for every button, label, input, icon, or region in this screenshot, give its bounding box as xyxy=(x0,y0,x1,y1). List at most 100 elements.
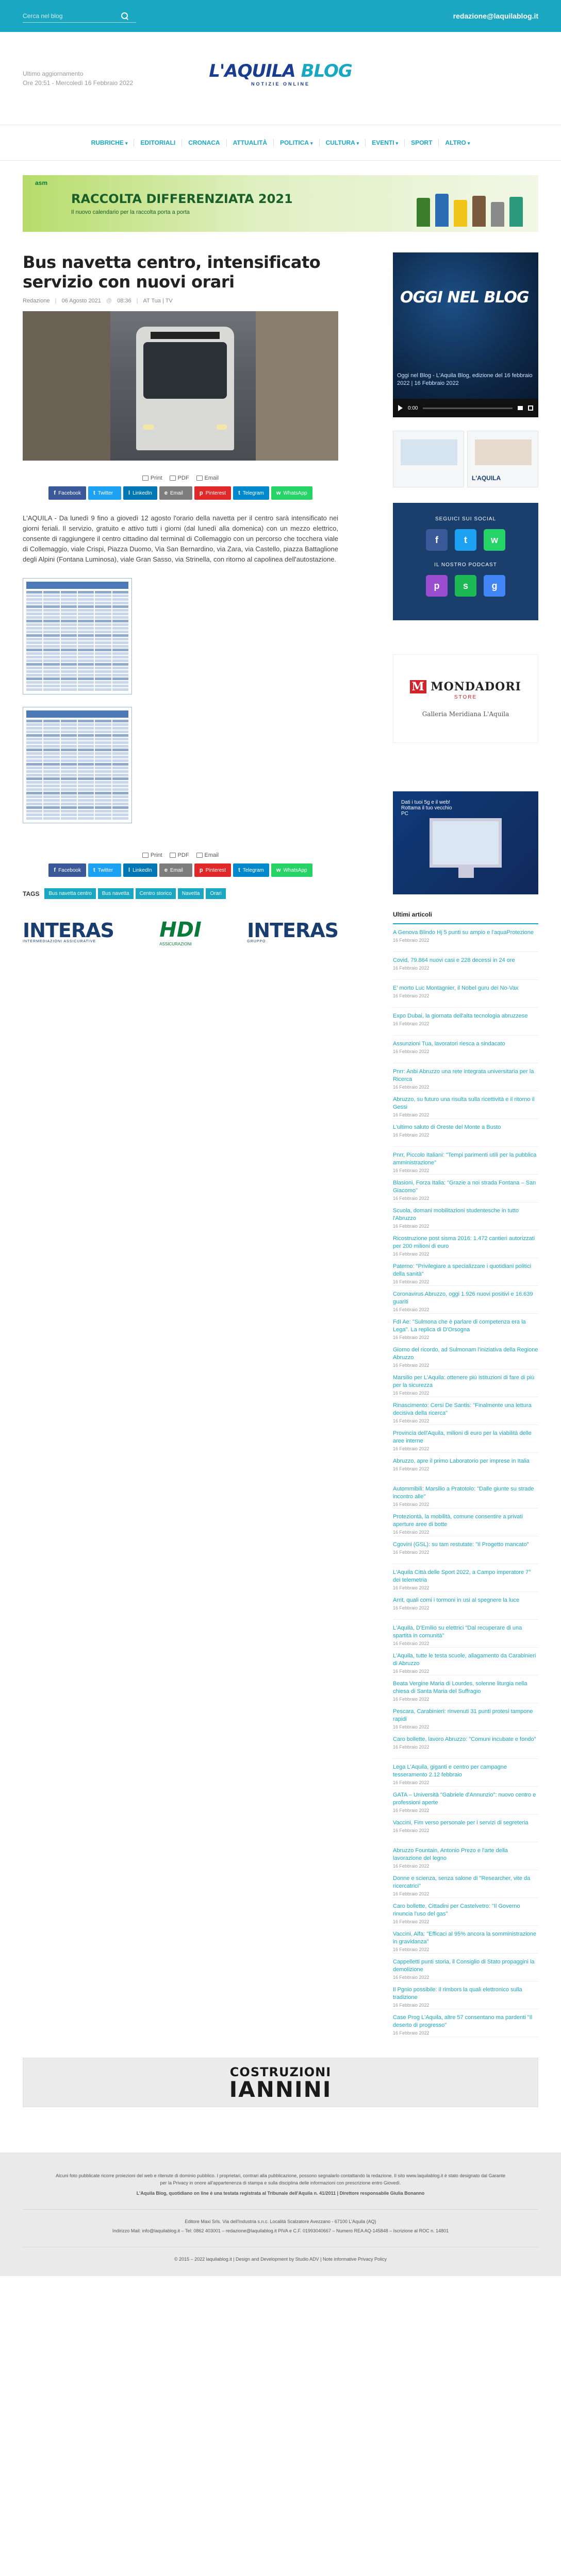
latest-article-link[interactable]: Pescara, Carabinieri: rinvenuti 31 punti… xyxy=(393,1708,538,1723)
latest-article-link[interactable]: Abruzzo Fountain, Antonio Prezo e l'arte… xyxy=(393,1847,538,1862)
share-pinterest-button[interactable]: p Pinterest xyxy=(194,486,232,500)
latest-article-link[interactable]: Cgovini (GSL): su tam restutate: "Il Pro… xyxy=(393,1541,538,1549)
latest-article-link[interactable]: E' morto Luc Montagnier, il Nobel guru d… xyxy=(393,985,538,992)
google-podcast-icon[interactable]: g xyxy=(484,575,505,597)
latest-article-link[interactable]: L'ultimo saluto di Oreste del Monte a Bu… xyxy=(393,1124,538,1131)
latest-article-link[interactable]: A Genova Blindo Hj 5 punti su ampio e l'… xyxy=(393,929,538,937)
email-button[interactable]: Email xyxy=(196,475,219,481)
share-email-button[interactable]: e Email xyxy=(159,863,192,877)
tag-link[interactable]: Navetta xyxy=(177,888,204,899)
facebook-icon[interactable]: f xyxy=(426,529,448,551)
bottom-ad-banner[interactable]: COSTRUZIONI IANNINI xyxy=(23,2058,538,2107)
latest-article-link[interactable]: Giorno del ricordo, ad Sulmonam l'inizia… xyxy=(393,1346,538,1362)
nav-item-sport[interactable]: Sport xyxy=(405,139,439,147)
pdf-button[interactable]: PDF xyxy=(169,475,189,481)
fullscreen-icon[interactable] xyxy=(528,405,533,411)
latest-article-link[interactable]: Marsilio per L'Aquila: ottenere più isti… xyxy=(393,1374,538,1389)
share-telegram-button[interactable]: t Telegram xyxy=(233,486,269,500)
latest-article-link[interactable]: Vaccini, Alfa: "Efficaci al 95% ancora l… xyxy=(393,1930,538,1946)
ad-tile[interactable]: L'AQUILA xyxy=(467,431,538,487)
nav-item-cultura[interactable]: Cultura ▾ xyxy=(320,139,366,147)
latest-article-link[interactable]: GATA – Università "Gabriele d'Annunzio":… xyxy=(393,1791,538,1807)
latest-article-link[interactable]: Caro bollette, lavoro Abruzzo: "Comuni i… xyxy=(393,1736,538,1743)
spotify-icon[interactable]: s xyxy=(455,575,476,597)
sponsor-hdi[interactable]: HDI ASSICURAZIONI xyxy=(159,918,202,946)
latest-article-link[interactable]: L'Aquila Città delle Sport 2022, a Campo… xyxy=(393,1569,538,1584)
latest-article-link[interactable]: Lega L'Aquila, giganti e centro per camp… xyxy=(393,1764,538,1779)
site-logo[interactable]: L'AQUILA BLOG NOTIZIE ONLINE xyxy=(209,61,353,87)
top-ad-banner[interactable]: asm RACCOLTA DIFFERENZIATA 2021 Il nuovo… xyxy=(23,175,538,232)
search-input[interactable] xyxy=(23,12,121,20)
share-twitter-button[interactable]: t Twitter xyxy=(88,863,121,877)
latest-article-link[interactable]: Pnrr: Anbi Abruzzo una rete integrata un… xyxy=(393,1068,538,1083)
latest-article-link[interactable]: Il Pgnio possibile: il rimbors la quali … xyxy=(393,1986,538,2002)
whatsapp-icon[interactable]: w xyxy=(484,529,505,551)
latest-article-link[interactable]: Covid, 79.864 nuovi casi e 228 decessi i… xyxy=(393,957,538,964)
nav-item-politica[interactable]: Politica ▾ xyxy=(274,139,320,147)
latest-article-link[interactable]: L'Aquila, D'Emilio su elettrici "Dal rec… xyxy=(393,1624,538,1640)
nav-item-editoriali[interactable]: Editoriali xyxy=(134,139,183,147)
share-linkedin-button[interactable]: l LinkedIn xyxy=(123,863,157,877)
pc-ad[interactable]: Dati i tuoi 5g e il web! Rottama il tuo … xyxy=(393,791,538,894)
tag-link[interactable]: Orari xyxy=(206,888,226,899)
contact-email-link[interactable]: redazione@laquilablog.it xyxy=(453,12,538,20)
mondadori-ad[interactable]: M MONDADORI STORE Galleria Meridiana L'A… xyxy=(393,654,538,743)
podcast-icon[interactable]: p xyxy=(426,575,448,597)
twitter-icon[interactable]: t xyxy=(455,529,476,551)
latest-article-link[interactable]: Beata Vergine Maria di Lourdes, solenne … xyxy=(393,1680,538,1696)
latest-article-link[interactable]: Donne e scienza, senza salone di "Resear… xyxy=(393,1875,538,1890)
share-facebook-button[interactable]: f Facebook xyxy=(48,486,86,500)
share-linkedin-button[interactable]: l LinkedIn xyxy=(123,486,157,500)
latest-article-link[interactable]: Arrit, quali comi i tormoni in usi al sp… xyxy=(393,1597,538,1604)
latest-article-link[interactable]: Caro bollette, Cittadini per Castelvetro… xyxy=(393,1903,538,1918)
share-telegram-button[interactable]: t Telegram xyxy=(233,863,269,877)
nav-item-cronaca[interactable]: Cronaca xyxy=(182,139,227,147)
share-facebook-button[interactable]: f Facebook xyxy=(48,863,86,877)
tag-link[interactable]: Bus navetta centro xyxy=(44,888,96,899)
article-category[interactable]: AT Tua | TV xyxy=(143,298,172,304)
ad-tile[interactable] xyxy=(393,431,464,487)
play-icon[interactable] xyxy=(398,405,403,411)
share-pinterest-button[interactable]: p Pinterest xyxy=(194,863,232,877)
latest-article-link[interactable]: FdI Ae: "Sulmona che è parlare di compet… xyxy=(393,1318,538,1334)
sponsor-interas-group[interactable]: INTERAS GRUPPO xyxy=(247,921,339,943)
print-button[interactable]: Print xyxy=(142,475,162,481)
print-button[interactable]: Print xyxy=(142,852,162,858)
tag-link[interactable]: Bus navetta xyxy=(97,888,134,899)
latest-article-link[interactable]: Blasioni, Forza Italia: "Grazie a noi st… xyxy=(393,1179,538,1195)
latest-article-link[interactable]: Provincia dell'Aquila, milioni di euro p… xyxy=(393,1430,538,1445)
video-player[interactable]: OGGI NEL BLOG Oggi nel Blog - L'Aquila B… xyxy=(393,252,538,417)
nav-item-eventi[interactable]: Eventi ▾ xyxy=(366,139,405,147)
share-email-button[interactable]: e Email xyxy=(159,486,192,500)
latest-article-link[interactable]: Cappelletti punti storia, il Consiglio d… xyxy=(393,1958,538,1974)
latest-article-link[interactable]: Coronavirus Abruzzo, oggi 1.926 nuovi po… xyxy=(393,1291,538,1306)
search-icon[interactable] xyxy=(121,12,129,20)
share-whatsapp-button[interactable]: w WhatsApp xyxy=(271,863,312,877)
share-whatsapp-button[interactable]: w WhatsApp xyxy=(271,486,312,500)
latest-article-link[interactable]: Paterno: "Privilegiare a specializzare i… xyxy=(393,1263,538,1278)
volume-icon[interactable] xyxy=(518,406,523,410)
nav-item-altro[interactable]: Altro ▾ xyxy=(439,139,476,147)
latest-article-link[interactable]: Proteziontà, la mobilità, comune consent… xyxy=(393,1513,538,1529)
email-button[interactable]: Email xyxy=(196,852,219,858)
latest-article-link[interactable]: Assunzioni Tua, lavoratori riesca a sind… xyxy=(393,1040,538,1048)
latest-article-link[interactable]: Expo Dubai, la giornata dell'alta tecnol… xyxy=(393,1012,538,1020)
share-twitter-button[interactable]: t Twitter xyxy=(88,486,121,500)
latest-article-link[interactable]: Rinascimento: Cersi De Santis: "Finalmen… xyxy=(393,1402,538,1417)
pdf-button[interactable]: PDF xyxy=(169,852,189,858)
latest-article-link[interactable]: Ricostruzione post sisma 2016: 1.472 can… xyxy=(393,1235,538,1250)
latest-article-link[interactable]: Autommibili: Marsilio a Pratotolo: "Dall… xyxy=(393,1485,538,1501)
latest-article-link[interactable]: Case Prog L'Aquila, altre 57 consentano … xyxy=(393,2014,538,2029)
latest-article-link[interactable]: Vaccini, Fim verso personale per i servi… xyxy=(393,1819,538,1827)
video-progress[interactable] xyxy=(423,407,513,409)
latest-article-link[interactable]: L'Aquila, tutte le testa scuole, allagam… xyxy=(393,1652,538,1668)
sponsor-interas[interactable]: INTERAS INTERMEDIAZIONI ASSICURATIVE xyxy=(23,921,114,943)
nav-item-attualit[interactable]: Attualità xyxy=(227,139,274,147)
latest-article-link[interactable]: Abruzzo, apre il primo Laboratorio per i… xyxy=(393,1458,538,1465)
article-author[interactable]: Redazione xyxy=(23,298,50,304)
latest-article-link[interactable]: Abruzzo, su futuro una risulta sulla ric… xyxy=(393,1096,538,1111)
tag-link[interactable]: Centro storico xyxy=(135,888,176,899)
latest-article-link[interactable]: Pnrr, Piccolo Italiani: "Tempi parimenti… xyxy=(393,1151,538,1167)
latest-article-link[interactable]: Scuola, domani mobilitazioni studentesch… xyxy=(393,1207,538,1223)
nav-item-rubriche[interactable]: Rubriche ▾ xyxy=(85,139,135,147)
